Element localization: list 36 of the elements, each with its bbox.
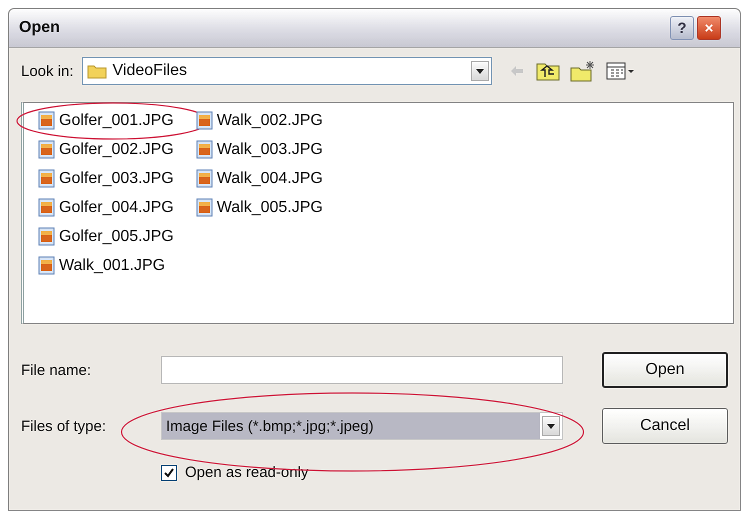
checkbox[interactable] — [161, 464, 177, 480]
image-file-icon — [196, 198, 213, 217]
image-file-icon — [38, 140, 55, 159]
image-file-icon — [38, 227, 55, 246]
look-in-label: Look in: — [21, 62, 74, 80]
file-name-field[interactable] — [161, 356, 563, 384]
file-name[interactable]: Golfer_004.JPG — [59, 198, 174, 216]
cancel-button[interactable]: Cancel — [602, 408, 728, 444]
image-file-icon — [38, 256, 55, 275]
window-title: Open — [19, 19, 61, 37]
file-name[interactable]: Golfer_005.JPG — [59, 228, 174, 246]
new-folder-icon[interactable] — [570, 60, 596, 82]
file-type-dropdown[interactable]: Image Files (*.bmp;*.jpg;*.jpeg) — [161, 412, 563, 440]
folder-name: VideoFiles — [112, 62, 187, 80]
up-folder-icon[interactable] — [536, 61, 560, 81]
file-name[interactable]: Walk_002.JPG — [216, 112, 323, 130]
image-file-icon — [196, 140, 213, 159]
file-name[interactable]: Walk_005.JPG — [216, 198, 323, 216]
image-file-icon — [196, 111, 213, 130]
help-button[interactable]: ? — [670, 16, 694, 40]
image-file-icon — [38, 111, 55, 130]
image-file-icon — [38, 198, 55, 217]
file-name-label: File name: — [21, 362, 92, 378]
file-name[interactable]: Walk_003.JPG — [216, 140, 323, 158]
open-button[interactable]: Open — [602, 352, 728, 388]
view-menu-icon[interactable] — [606, 61, 636, 81]
folder-icon — [86, 63, 107, 79]
file-type-label: Files of type: — [21, 418, 108, 434]
file-name[interactable]: Walk_001.JPG — [59, 256, 166, 274]
look-in-dropdown[interactable]: VideoFiles — [82, 57, 492, 85]
file-name[interactable]: Golfer_003.JPG — [59, 170, 174, 188]
close-button[interactable]: × — [697, 16, 721, 40]
file-name[interactable]: Golfer_002.JPG — [59, 140, 174, 158]
file-name[interactable]: Walk_004.JPG — [216, 170, 323, 188]
image-file-icon — [196, 169, 213, 188]
image-file-icon — [38, 169, 55, 188]
